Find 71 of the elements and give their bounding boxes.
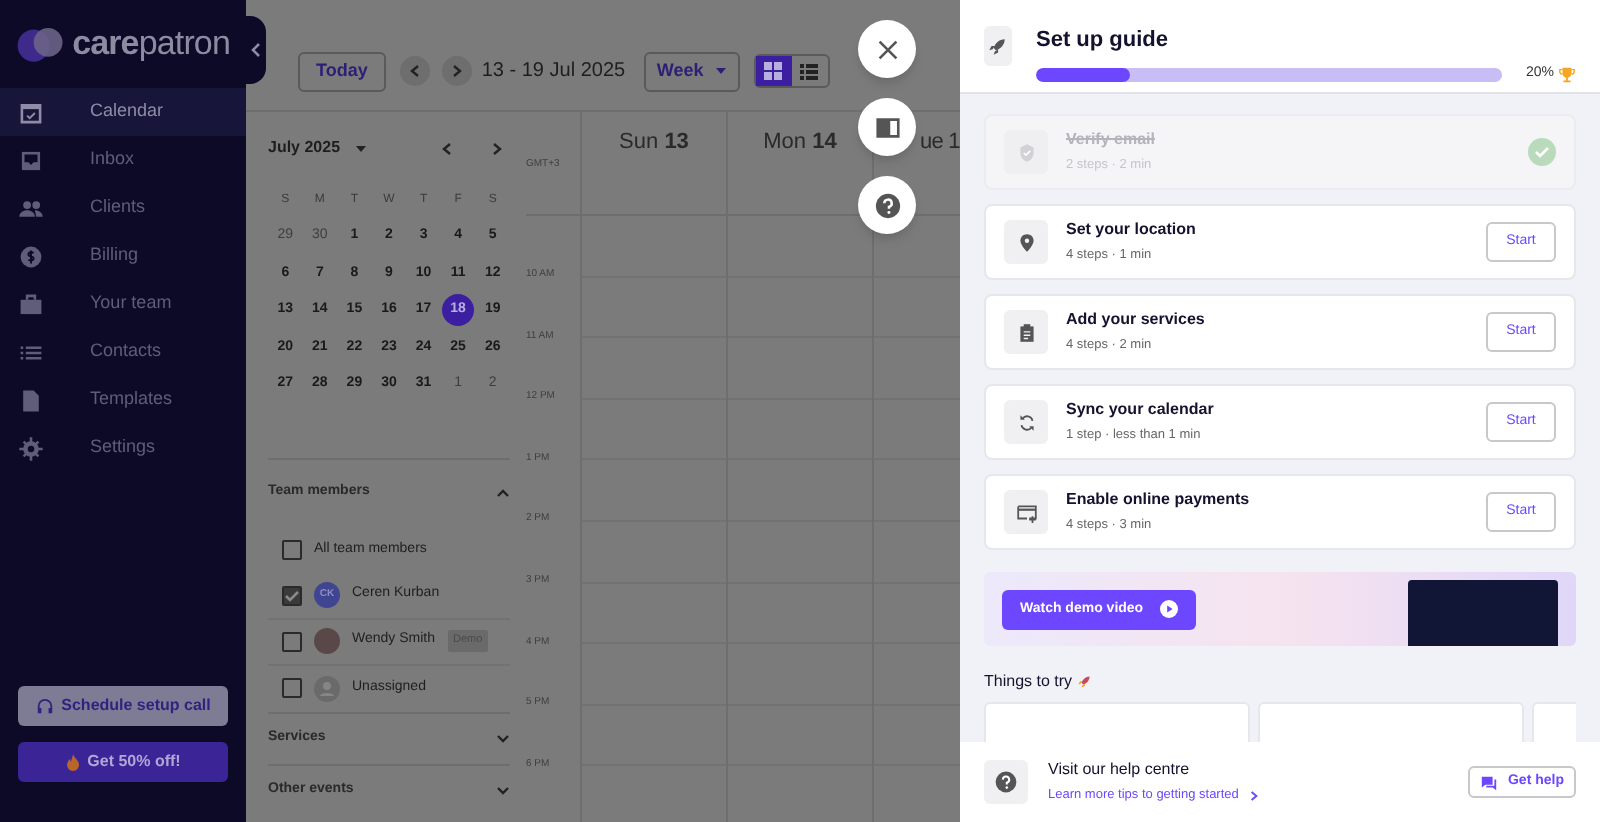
checkbox[interactable] xyxy=(282,631,302,651)
person-icon xyxy=(314,675,340,701)
view-select[interactable]: Week xyxy=(643,51,740,91)
inbox-icon xyxy=(18,147,44,173)
day-header: Sun 13 xyxy=(619,128,689,154)
logo-icon xyxy=(16,22,65,66)
task-title: Set your location xyxy=(1066,218,1198,243)
guide-title: Set up guide xyxy=(1035,26,1170,54)
chevron-left-icon xyxy=(250,42,262,58)
checkbox[interactable] xyxy=(282,678,302,698)
chevron-left-icon xyxy=(409,64,420,78)
sidebar-item[interactable]: Your team xyxy=(0,280,246,328)
close-icon xyxy=(873,35,901,63)
guide-button[interactable] xyxy=(858,98,916,156)
gear-icon xyxy=(18,435,44,461)
play-icon xyxy=(1159,600,1178,619)
previous-week-button[interactable] xyxy=(399,56,430,86)
logo-text: carepatron xyxy=(72,22,230,67)
sidebar-item[interactable]: Calendar xyxy=(0,88,246,136)
sidebar-item[interactable]: Templates xyxy=(0,376,246,424)
chevron-down-icon[interactable] xyxy=(496,733,510,743)
question-icon xyxy=(873,191,901,219)
next-week-button[interactable] xyxy=(441,56,472,86)
briefcase-icon xyxy=(18,291,44,317)
task-title: Verify email xyxy=(1066,128,1157,153)
day-header: Mon 14 xyxy=(763,128,837,154)
today-button[interactable]: Today xyxy=(298,51,386,91)
day-header: ue 1 xyxy=(920,128,960,154)
discount-button[interactable]: Get 50% off! xyxy=(18,742,228,782)
sidebar-item[interactable]: Settings xyxy=(0,424,246,472)
help-button[interactable] xyxy=(858,176,916,234)
collapse-tab[interactable] xyxy=(246,16,266,84)
caret-icon xyxy=(356,145,367,151)
list-icon xyxy=(800,63,819,79)
checkbox[interactable] xyxy=(282,540,302,560)
section-title: Things to try xyxy=(984,670,1073,695)
task-title: Enable online payments xyxy=(1066,488,1252,513)
trophy-icon xyxy=(1558,65,1576,84)
sidebar-item[interactable]: Clients xyxy=(0,184,246,232)
caret-icon xyxy=(715,68,726,74)
file-icon xyxy=(18,387,44,413)
schedule-call-button[interactable]: Schedule setup call xyxy=(18,686,228,726)
people-icon xyxy=(18,195,44,221)
dollar-icon xyxy=(18,243,44,269)
question-icon xyxy=(994,770,1018,795)
chat-icon xyxy=(1479,773,1498,792)
chevron-up-icon[interactable] xyxy=(496,488,510,498)
date-range: 13 - 19 Jul 2025 xyxy=(481,58,626,86)
grid-icon xyxy=(764,62,783,80)
flame-icon xyxy=(65,753,80,771)
grid-view-button[interactable] xyxy=(755,56,792,86)
checkbox[interactable] xyxy=(282,585,302,605)
task-title: Sync your calendar xyxy=(1066,398,1216,423)
month-label: July 2025 xyxy=(268,136,341,160)
chevron-right-icon xyxy=(492,141,502,155)
task-title: Add your services xyxy=(1066,308,1207,333)
calendar-icon xyxy=(18,99,44,125)
chevron-right-icon xyxy=(1250,790,1259,803)
check-circle-icon xyxy=(1528,138,1556,167)
rocket-icon xyxy=(1076,674,1093,691)
chevron-down-icon[interactable] xyxy=(496,785,510,795)
chevron-left-icon xyxy=(442,141,452,155)
help-title: Visit our help centre xyxy=(1048,758,1192,783)
check-icon xyxy=(284,587,300,603)
sidebar-item[interactable]: Inbox xyxy=(0,136,246,184)
headset-icon xyxy=(35,697,54,715)
sidebar-item[interactable]: Billing xyxy=(0,232,246,280)
avatar-placeholder xyxy=(314,628,340,654)
sidebar-item[interactable]: Contacts xyxy=(0,328,246,376)
close-button[interactable] xyxy=(858,20,916,78)
chevron-right-icon xyxy=(451,64,462,78)
